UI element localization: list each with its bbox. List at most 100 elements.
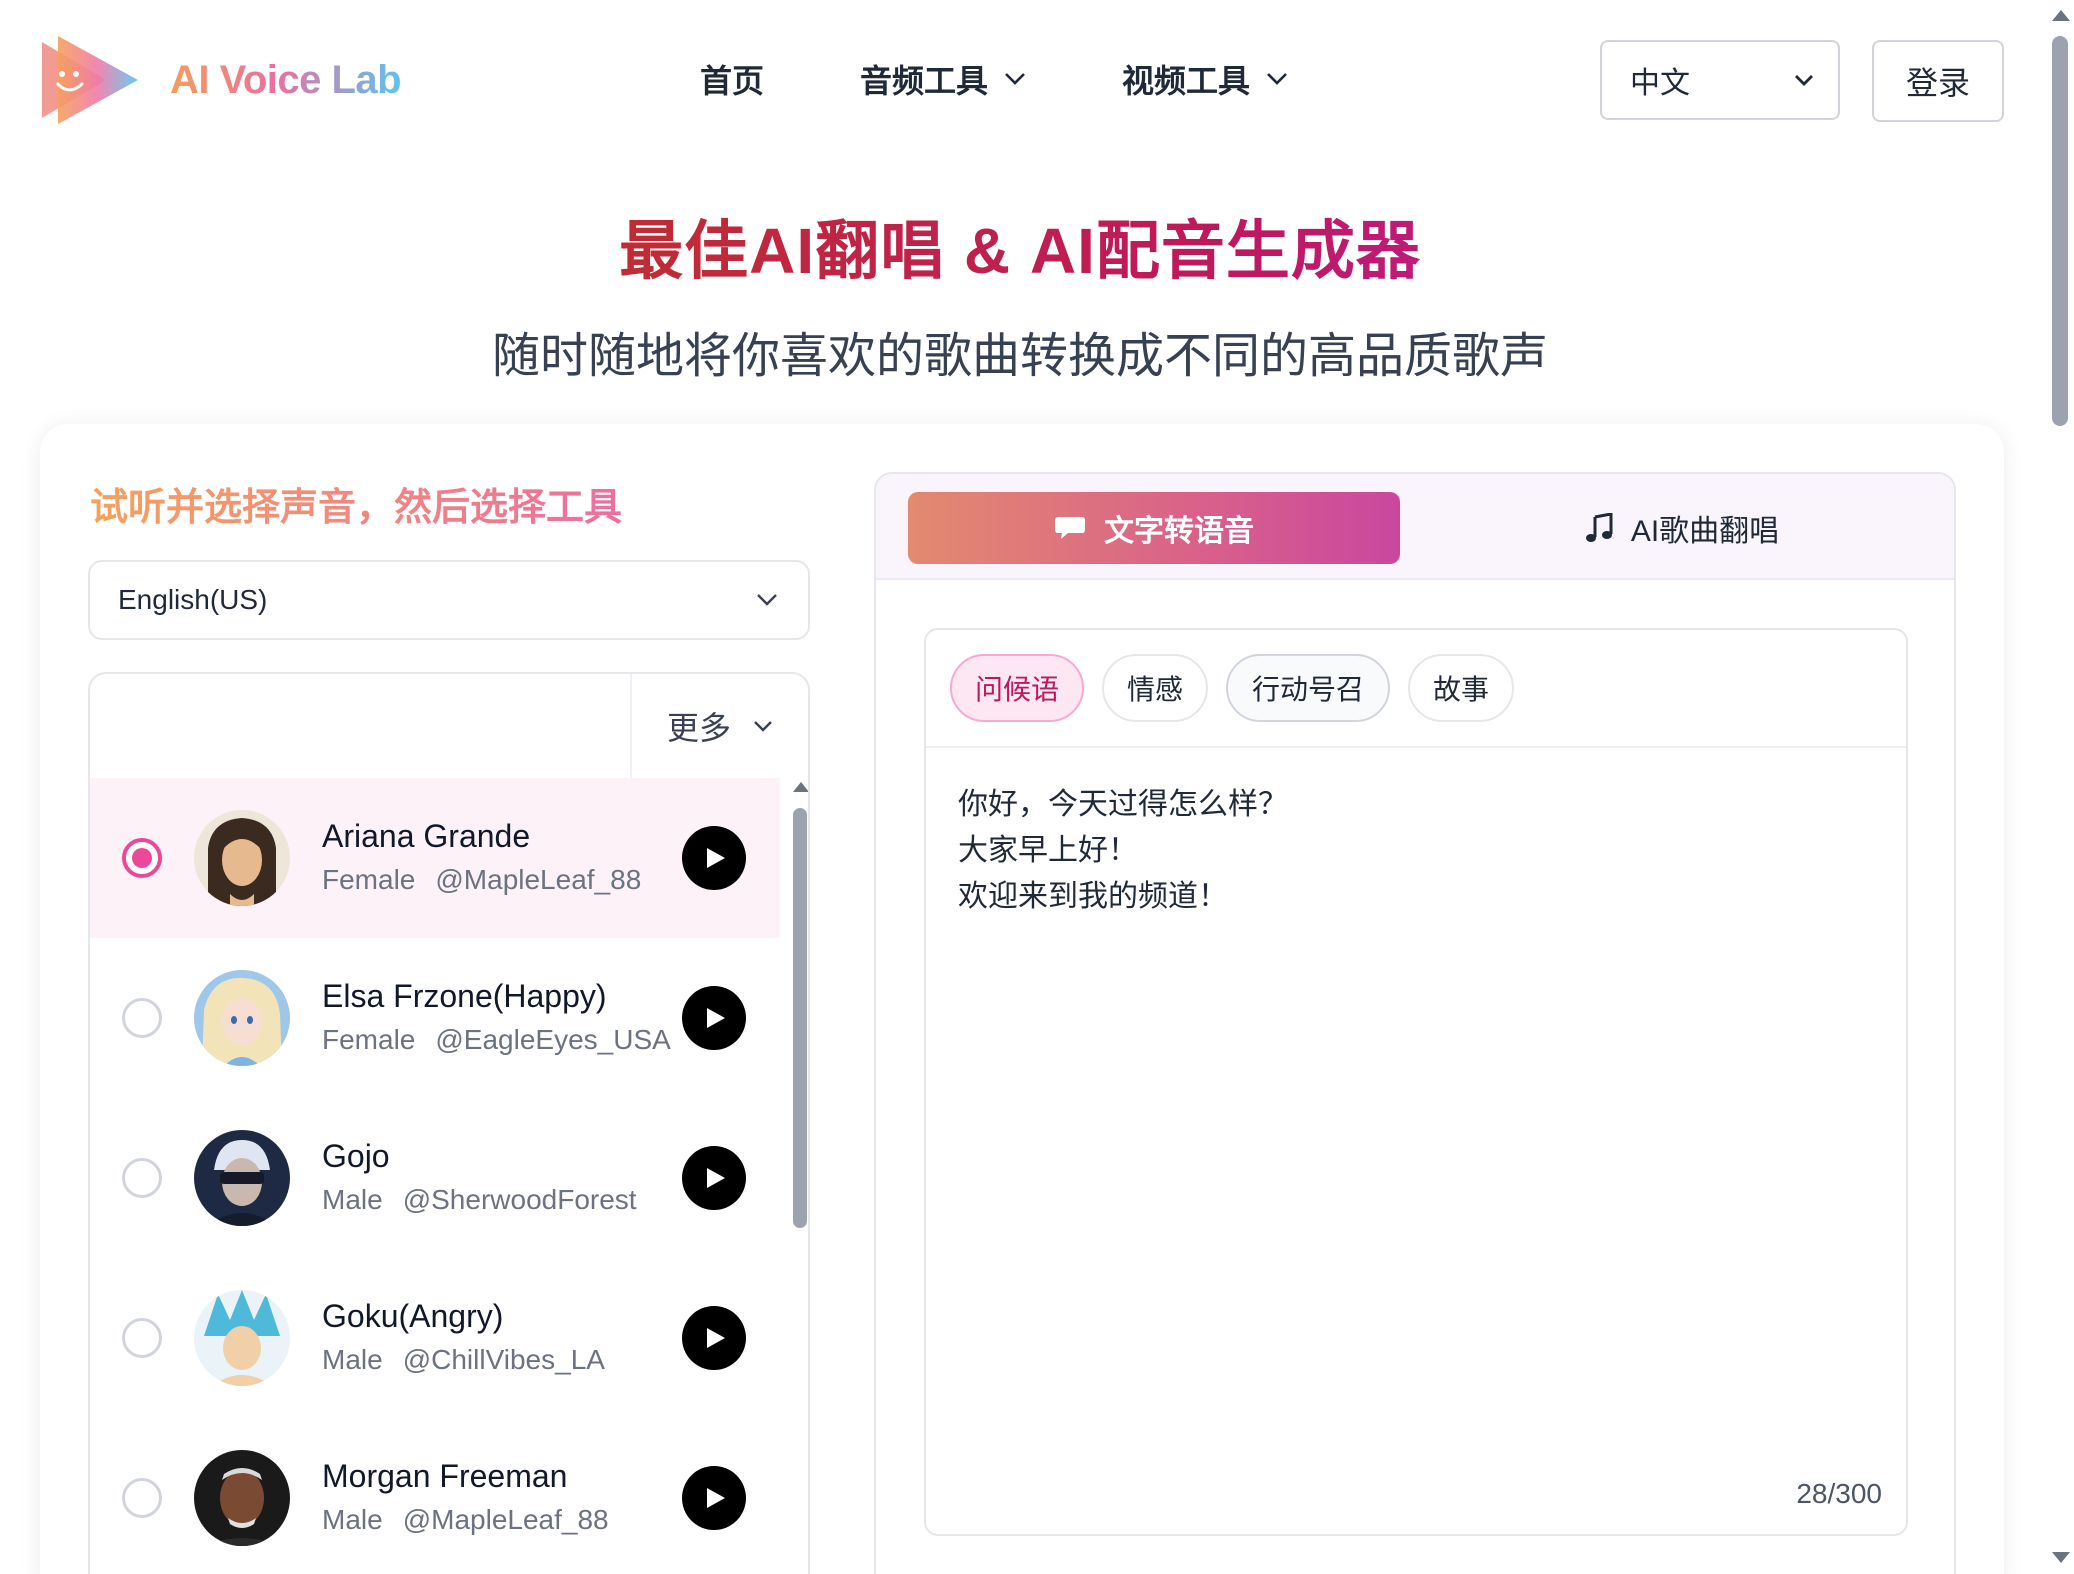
voice-handle: @ChillVibes_LA	[402, 1344, 605, 1375]
brand-name: AI Voice Lab	[170, 57, 402, 102]
tool-tabs: 文字转语音 AI歌曲翻唱	[876, 474, 1954, 580]
voice-name: Gojo	[322, 1138, 390, 1174]
voice-meta: Male @ChillVibes_LA	[322, 1344, 605, 1376]
voice-radio[interactable]	[122, 1158, 162, 1198]
voice-gender: Male	[322, 1184, 383, 1215]
page-scroll-thumb[interactable]	[2052, 36, 2068, 426]
voice-gender: Male	[322, 1504, 383, 1535]
voice-name: Elsa Frzone(Happy)	[322, 978, 607, 1014]
voice-radio[interactable]	[122, 838, 162, 878]
scroll-down-arrow-icon[interactable]	[2052, 1552, 2070, 1563]
language-select[interactable]: 中文	[1600, 40, 1840, 120]
text-editor: 问候语 情感 行动号召 故事 你好，今天过得怎么样？ 大家早上好！ 欢迎来到我的…	[924, 628, 1908, 1536]
voice-meta: Female @EagleEyes_USA	[322, 1024, 671, 1056]
tab-ai-song-cover-label: AI歌曲翻唱	[1630, 515, 1780, 548]
play-icon	[707, 848, 725, 868]
chip-emotion[interactable]: 情感	[1102, 654, 1208, 722]
page-scrollbar[interactable]	[2046, 0, 2074, 1574]
avatar	[194, 1290, 290, 1386]
tab-text-to-speech-label: 文字转语音	[1104, 515, 1254, 548]
chevron-down-icon	[757, 594, 777, 606]
more-filter-label: 更多	[666, 710, 731, 746]
chevron-down-icon	[754, 720, 772, 732]
nav-video-tools-label: 视频工具	[1122, 63, 1251, 99]
nav-home-label: 首页	[700, 63, 765, 99]
scroll-thumb[interactable]	[793, 808, 807, 1228]
tab-text-to-speech[interactable]: 文字转语音	[908, 492, 1400, 564]
top-header: AI Voice Lab 首页 音频工具 视频工具 中文 登录	[0, 0, 2074, 160]
voice-gender: Female	[322, 1024, 416, 1055]
tab-ai-song-cover[interactable]: AI歌曲翻唱	[1436, 492, 1928, 564]
scroll-up-arrow-icon[interactable]	[793, 782, 808, 792]
chip-call-to-action[interactable]: 行动号召	[1226, 654, 1390, 722]
chevron-down-icon	[1005, 73, 1025, 85]
voice-list-scrollbar[interactable]	[790, 778, 808, 1574]
chevron-down-icon	[1795, 74, 1813, 86]
voice-name: Goku(Angry)	[322, 1298, 504, 1334]
chevron-down-icon	[1267, 73, 1287, 85]
play-button[interactable]	[682, 1466, 746, 1530]
chip-story[interactable]: 故事	[1408, 654, 1514, 722]
language-select-value: 中文	[1630, 67, 1690, 100]
voice-gender: Male	[322, 1344, 383, 1375]
chip-greeting[interactable]: 问候语	[950, 654, 1084, 722]
login-button[interactable]: 登录	[1872, 40, 2004, 122]
character-count: 28/300	[1796, 1478, 1882, 1509]
voice-item-ariana-grande[interactable]: Ariana Grande Female @MapleLeaf_88	[90, 778, 780, 938]
tool-panel: 文字转语音 AI歌曲翻唱 问候语 情感 行动号召 故事 你好，今天过得怎么样？ …	[874, 472, 1956, 1574]
voice-item-morgan-freeman[interactable]: Morgan Freeman Male @MapleLeaf_88	[90, 1418, 780, 1574]
voice-meta: Male @SherwoodForest	[322, 1184, 637, 1216]
more-filter-button[interactable]: 更多	[630, 674, 808, 778]
voice-radio[interactable]	[122, 998, 162, 1038]
voice-meta: Male @MapleLeaf_88	[322, 1504, 609, 1536]
voice-section-heading: 试听并选择声音，然后选择工具	[90, 476, 622, 531]
voice-handle: @MapleLeaf_88	[402, 1504, 609, 1535]
play-icon	[707, 1168, 725, 1188]
voice-item-elsa[interactable]: Elsa Frzone(Happy) Female @EagleEyes_USA	[90, 938, 780, 1098]
voice-handle: @MapleLeaf_88	[435, 864, 642, 895]
voice-language-select[interactable]: English(US)	[88, 560, 810, 640]
nav-audio-tools-label: 音频工具	[860, 63, 989, 99]
voice-list-panel: 更多 Ariana Grande Female @MapleLeaf_88 El…	[88, 672, 810, 1574]
voice-list: Ariana Grande Female @MapleLeaf_88 Elsa F…	[90, 778, 780, 1574]
main-nav: 首页 音频工具 视频工具	[700, 56, 1384, 102]
voice-radio[interactable]	[122, 1478, 162, 1518]
avatar	[194, 1450, 290, 1546]
voice-handle: @SherwoodForest	[402, 1184, 637, 1215]
template-chips: 问候语 情感 行动号召 故事	[926, 630, 1906, 748]
avatar	[194, 970, 290, 1066]
voice-handle: @EagleEyes_USA	[435, 1024, 671, 1055]
music-note-icon	[1585, 513, 1613, 542]
nav-home[interactable]: 首页	[700, 56, 764, 102]
hero-title: 最佳AI翻唱 & AI配音生成器	[0, 200, 2040, 292]
brand-logo[interactable]: AI Voice Lab	[38, 34, 402, 126]
play-button[interactable]	[682, 1146, 746, 1210]
main-card: 试听并选择声音，然后选择工具 English(US) 更多 Ariana Gra…	[40, 424, 2004, 1574]
avatar	[194, 810, 290, 906]
nav-audio-tools[interactable]: 音频工具	[860, 56, 1026, 102]
hero-subtitle: 随时随地将你喜欢的歌曲转换成不同的高品质歌声	[491, 330, 1548, 383]
play-button[interactable]	[682, 1306, 746, 1370]
voice-radio[interactable]	[122, 1318, 162, 1358]
voice-language-value: English(US)	[118, 584, 268, 615]
play-icon	[707, 1008, 725, 1028]
play-icon	[707, 1328, 725, 1348]
voice-meta: Female @MapleLeaf_88	[322, 864, 641, 896]
play-smile-logo-icon	[42, 36, 138, 124]
scroll-up-arrow-icon[interactable]	[2052, 10, 2070, 21]
voice-item-goku[interactable]: Goku(Angry) Male @ChillVibes_LA	[90, 1258, 780, 1418]
script-textarea[interactable]: 你好，今天过得怎么样？ 大家早上好！ 欢迎来到我的频道！	[958, 782, 1288, 920]
speech-bubble-icon	[1055, 517, 1085, 539]
voice-item-gojo[interactable]: Gojo Male @SherwoodForest	[90, 1098, 780, 1258]
voice-gender: Female	[322, 864, 416, 895]
play-button[interactable]	[682, 826, 746, 890]
script-line: 大家早上好！	[958, 834, 1138, 867]
play-button[interactable]	[682, 986, 746, 1050]
play-icon	[707, 1488, 725, 1508]
voice-name: Ariana Grande	[322, 818, 531, 854]
nav-video-tools[interactable]: 视频工具	[1122, 56, 1288, 102]
script-line: 你好，今天过得怎么样？	[958, 788, 1288, 821]
avatar	[194, 1130, 290, 1226]
voice-name: Morgan Freeman	[322, 1458, 568, 1494]
script-line: 欢迎来到我的频道！	[958, 880, 1228, 913]
